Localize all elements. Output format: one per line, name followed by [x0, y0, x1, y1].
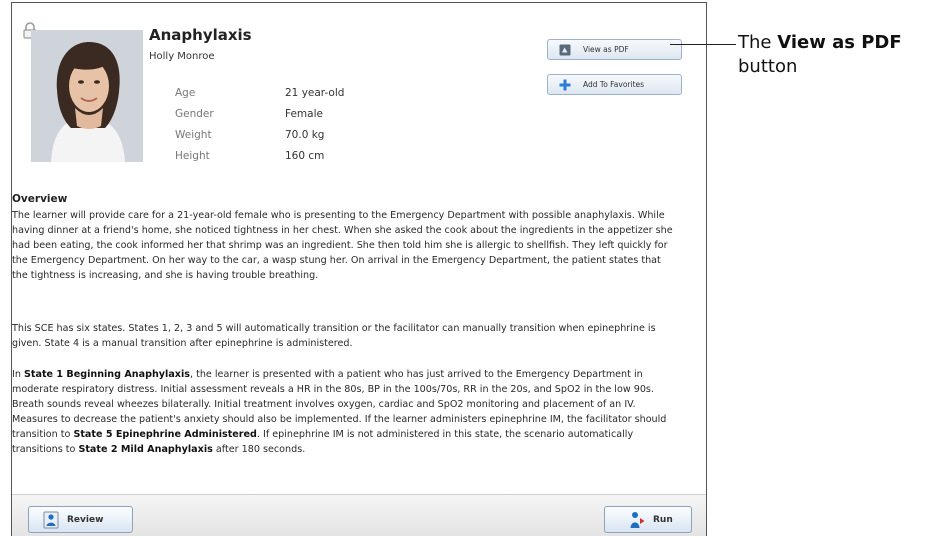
stat-row-gender: Gender Female: [175, 103, 344, 124]
stat-row-age: Age 21 year-old: [175, 82, 344, 103]
view-as-pdf-label: View as PDF: [583, 45, 629, 54]
plus-icon: [559, 79, 571, 91]
run-icon: [630, 511, 645, 528]
stat-row-height: Height 160 cm: [175, 145, 344, 166]
review-icon: [43, 511, 59, 528]
run-button[interactable]: Run: [604, 506, 692, 533]
stat-label: Gender: [175, 107, 214, 120]
case-title: Anaphylaxis: [149, 26, 252, 44]
review-label: Review: [67, 514, 104, 525]
stat-label: Age: [175, 86, 196, 99]
run-label: Run: [653, 514, 673, 525]
patient-name: Holly Monroe: [149, 51, 215, 62]
overview-heading: Overview: [12, 193, 68, 205]
stat-value: 160 cm: [285, 149, 325, 162]
callout-line: [670, 44, 736, 45]
state-link-text: State 5 Epinephrine Administered: [73, 429, 257, 440]
review-button[interactable]: Review: [28, 506, 133, 533]
footer-bar: Review Run: [12, 494, 706, 536]
stat-value: Female: [285, 107, 323, 120]
callout-annotation: The View as PDF button: [738, 31, 935, 79]
stat-value: 70.0 kg: [285, 128, 325, 141]
add-to-favorites-label: Add To Favorites: [583, 80, 645, 89]
patient-photo: [31, 30, 143, 162]
callout-bold: View as PDF: [777, 32, 902, 53]
add-to-favorites-button[interactable]: Add To Favorites: [547, 74, 682, 95]
callout-suffix: button: [738, 56, 798, 77]
stat-label: Weight: [175, 128, 212, 141]
callout-prefix: The: [738, 32, 778, 53]
overview-paragraph: In State 1 Beginning Anaphylaxis, the le…: [12, 367, 677, 457]
pdf-icon: [559, 44, 571, 56]
scenario-panel: Anaphylaxis Holly Monroe Age 21 year-old…: [11, 2, 707, 536]
text-run: In: [12, 369, 24, 380]
patient-stats: Age 21 year-old Gender Female Weight 70.…: [175, 82, 344, 166]
state-link-text: State 2 Mild Anaphylaxis: [78, 444, 213, 455]
stat-row-weight: Weight 70.0 kg: [175, 124, 344, 145]
overview-paragraph: This SCE has six states. States 1, 2, 3 …: [12, 323, 656, 349]
view-as-pdf-button[interactable]: View as PDF: [547, 39, 682, 60]
stat-value: 21 year-old: [285, 86, 345, 99]
overview-paragraph: The learner will provide care for a 21-y…: [12, 210, 673, 281]
text-run: after 180 seconds.: [212, 444, 306, 455]
stat-label: Height: [175, 149, 210, 162]
state-link-text: State 1 Beginning Anaphylaxis: [23, 369, 190, 380]
